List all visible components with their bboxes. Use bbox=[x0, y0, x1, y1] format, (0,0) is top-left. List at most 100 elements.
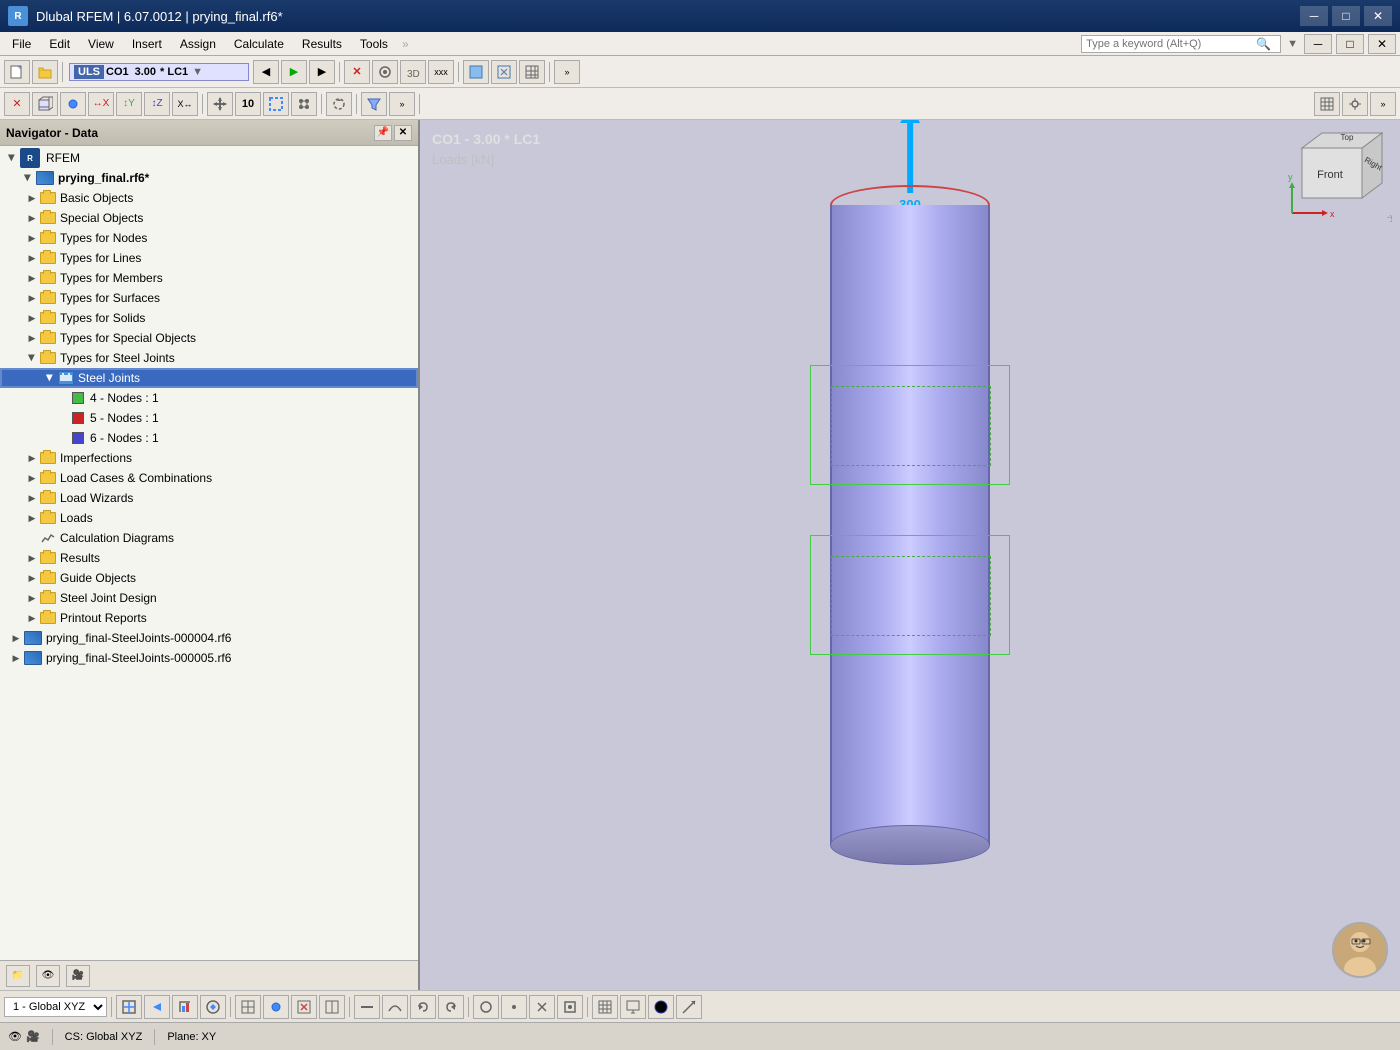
tree-arrow-loads[interactable]: ▶ bbox=[24, 510, 40, 526]
search-input[interactable] bbox=[1086, 38, 1256, 50]
menu-file[interactable]: File bbox=[4, 35, 39, 53]
tree-item-types-lines[interactable]: ▶ Types for Lines bbox=[0, 248, 418, 268]
t2-btn-arrow-y[interactable]: ↕Y bbox=[116, 92, 142, 116]
tree-arrow-members[interactable]: ▶ bbox=[24, 270, 40, 286]
tree-arrow-rfem[interactable]: ▶ bbox=[4, 150, 20, 166]
search-box[interactable]: 🔍 bbox=[1081, 35, 1281, 53]
navigator-close-button[interactable]: ✕ bbox=[394, 125, 412, 141]
bt-btn-3[interactable] bbox=[172, 995, 198, 1019]
t2-btn-cube[interactable] bbox=[32, 92, 58, 116]
t2-btn-poly[interactable] bbox=[291, 92, 317, 116]
tree-item-node-6[interactable]: 6 - Nodes : 1 bbox=[0, 428, 418, 448]
tree-item-results[interactable]: ▶ Results bbox=[0, 548, 418, 568]
tree-item-types-surfaces[interactable]: ▶ Types for Surfaces bbox=[0, 288, 418, 308]
t2-btn-more2[interactable]: » bbox=[389, 92, 415, 116]
tree-arrow-steel-joints-2[interactable]: ▶ bbox=[42, 370, 58, 386]
nav-camera-button[interactable]: 🎥 bbox=[66, 965, 90, 987]
tree-item-calc-diagrams[interactable]: Calculation Diagrams bbox=[0, 528, 418, 548]
menu-results[interactable]: Results bbox=[294, 35, 350, 53]
close-button[interactable]: ✕ bbox=[1364, 6, 1392, 26]
t2-btn-node[interactable] bbox=[60, 92, 86, 116]
tree-item-subfile-2[interactable]: ▶ prying_final-SteelJoints-000005.rf6 bbox=[0, 648, 418, 668]
tree-arrow-steel-joints[interactable]: ▶ bbox=[24, 350, 40, 366]
tree-arrow-special[interactable]: ▶ bbox=[24, 210, 40, 226]
tree-item-types-members[interactable]: ▶ Types for Members bbox=[0, 268, 418, 288]
bt-btn-grid3[interactable] bbox=[592, 995, 618, 1019]
navigation-cube[interactable]: Front Right Top x y -y bbox=[1272, 128, 1392, 228]
tree-item-loads[interactable]: ▶ Loads bbox=[0, 508, 418, 528]
tree-item-imperfections[interactable]: ▶ Imperfections bbox=[0, 448, 418, 468]
coord-system-select[interactable]: 1 - Global XYZ bbox=[4, 997, 107, 1017]
bt-btn-5[interactable] bbox=[235, 995, 261, 1019]
t2-btn-xy[interactable]: X↔ bbox=[172, 92, 198, 116]
t2-btn-arrow-z[interactable]: ↕Z bbox=[144, 92, 170, 116]
menu-calculate[interactable]: Calculate bbox=[226, 35, 292, 53]
tree-arrow-basic[interactable]: ▶ bbox=[24, 190, 40, 206]
minimize-button[interactable]: ─ bbox=[1300, 6, 1328, 26]
tree-arrow-subfile2[interactable]: ▶ bbox=[8, 650, 24, 666]
tree-item-project[interactable]: ▶ prying_final.rf6* bbox=[0, 168, 418, 188]
tree-item-node-5[interactable]: 5 - Nodes : 1 bbox=[0, 408, 418, 428]
uls-combo[interactable]: ULS CO1 3.00 * LC1 ▼ bbox=[69, 63, 249, 81]
toolbar-btn-view[interactable] bbox=[372, 60, 398, 84]
menu-tools[interactable]: Tools bbox=[352, 35, 396, 53]
tree-arrow-load-cases[interactable]: ▶ bbox=[24, 470, 40, 486]
tree-arrow-special-obj[interactable]: ▶ bbox=[24, 330, 40, 346]
t2-btn-grid2[interactable] bbox=[1314, 92, 1340, 116]
bt-btn-render2[interactable] bbox=[648, 995, 674, 1019]
toolbar-btn-more[interactable]: » bbox=[554, 60, 580, 84]
tree-arrow-project[interactable]: ▶ bbox=[20, 170, 36, 186]
toolbar-btn-xxx[interactable]: xxx bbox=[428, 60, 454, 84]
bt-btn-4[interactable] bbox=[200, 995, 226, 1019]
tree-item-types-steel-joints[interactable]: ▶ Types for Steel Joints bbox=[0, 348, 418, 368]
tree-item-special-objects[interactable]: ▶ Special Objects bbox=[0, 208, 418, 228]
tree-item-load-cases[interactable]: ▶ Load Cases & Combinations bbox=[0, 468, 418, 488]
bt-btn-line[interactable] bbox=[354, 995, 380, 1019]
toolbar-btn-grid[interactable] bbox=[519, 60, 545, 84]
toolbar-btn-3d[interactable]: 3D bbox=[400, 60, 426, 84]
maximize-button[interactable]: □ bbox=[1332, 6, 1360, 26]
t2-btn-rotate[interactable] bbox=[326, 92, 352, 116]
new-button[interactable] bbox=[4, 60, 30, 84]
bt-btn-undo[interactable] bbox=[410, 995, 436, 1019]
tree-arrow-results[interactable]: ▶ bbox=[24, 550, 40, 566]
t2-btn-select[interactable] bbox=[263, 92, 289, 116]
tree-item-types-special-objects[interactable]: ▶ Types for Special Objects bbox=[0, 328, 418, 348]
tree-item-basic-objects[interactable]: ▶ Basic Objects bbox=[0, 188, 418, 208]
tree-item-node-4[interactable]: 4 - Nodes : 1 bbox=[0, 388, 418, 408]
bt-btn-display[interactable] bbox=[620, 995, 646, 1019]
tree-arrow-design[interactable]: ▶ bbox=[24, 590, 40, 606]
tree-item-subfile-1[interactable]: ▶ prying_final-SteelJoints-000004.rf6 bbox=[0, 628, 418, 648]
next-button[interactable]: ▶ bbox=[309, 60, 335, 84]
t2-btn-cross[interactable]: ✕ bbox=[4, 92, 30, 116]
bt-btn-6[interactable] bbox=[263, 995, 289, 1019]
play-button[interactable]: ▶ bbox=[281, 60, 307, 84]
tree-item-load-wizards[interactable]: ▶ Load Wizards bbox=[0, 488, 418, 508]
bt-btn-8[interactable] bbox=[319, 995, 345, 1019]
tree-arrow-surfaces[interactable]: ▶ bbox=[24, 290, 40, 306]
t2-btn-move[interactable] bbox=[207, 92, 233, 116]
menu-insert[interactable]: Insert bbox=[124, 35, 170, 53]
toolbar-btn-wire[interactable] bbox=[491, 60, 517, 84]
tree-arrow-lines[interactable]: ▶ bbox=[24, 250, 40, 266]
t2-btn-snap[interactable] bbox=[1342, 92, 1368, 116]
bt-btn-dot[interactable] bbox=[501, 995, 527, 1019]
sub-minimize-button[interactable]: ─ bbox=[1304, 34, 1332, 54]
navigator-pin-button[interactable]: 📌 bbox=[374, 125, 392, 141]
tree-item-types-solids[interactable]: ▶ Types for Solids bbox=[0, 308, 418, 328]
tree-item-types-nodes[interactable]: ▶ Types for Nodes bbox=[0, 228, 418, 248]
tree-item-rfem[interactable]: ▶ R RFEM bbox=[0, 148, 418, 168]
tree-arrow-printout[interactable]: ▶ bbox=[24, 610, 40, 626]
bt-btn-snap[interactable] bbox=[557, 995, 583, 1019]
menu-view[interactable]: View bbox=[80, 35, 122, 53]
bt-btn-circ[interactable] bbox=[473, 995, 499, 1019]
nav-data-button[interactable]: 📁 bbox=[6, 965, 30, 987]
tree-item-steel-joints[interactable]: ▶ Steel Joints bbox=[0, 368, 418, 388]
tree-item-printout-reports[interactable]: ▶ Printout Reports bbox=[0, 608, 418, 628]
sub-maximize-button[interactable]: □ bbox=[1336, 34, 1364, 54]
nav-view-button[interactable]: 👁 bbox=[36, 965, 60, 987]
t2-btn-arrow-x[interactable]: ↔X bbox=[88, 92, 114, 116]
bt-btn-7[interactable] bbox=[291, 995, 317, 1019]
bt-btn-ext[interactable] bbox=[529, 995, 555, 1019]
prev-button[interactable]: ◀ bbox=[253, 60, 279, 84]
